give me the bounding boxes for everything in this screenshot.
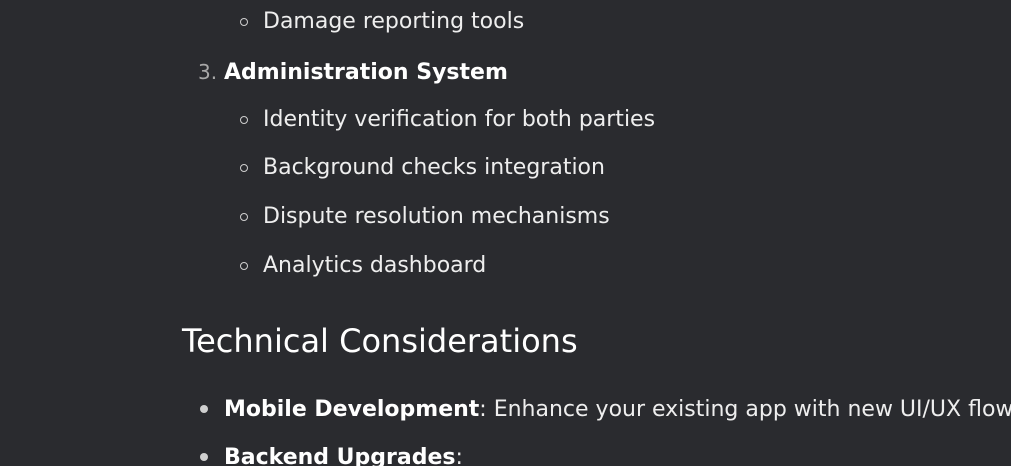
bullet-icon	[200, 405, 208, 413]
list-item-text: Background checks integration	[263, 155, 605, 180]
hollow-bullet-icon	[240, 18, 248, 26]
section-heading: Technical Considerations	[182, 322, 578, 360]
bullet-label: Mobile Development	[224, 396, 480, 422]
list-item-text: Damage reporting tools	[263, 9, 525, 34]
bullet-item-mobile-development: Mobile Development: Enhance your existin…	[200, 396, 1011, 422]
bullet-icon	[200, 453, 208, 461]
hollow-bullet-icon	[240, 164, 248, 172]
numbered-item-administration-system: 3. Administration System	[198, 59, 508, 85]
list-item-text: Identity verification for both parties	[263, 107, 656, 132]
hollow-bullet-icon	[240, 116, 248, 124]
list-item-analytics-dashboard: Analytics dashboard	[240, 254, 486, 278]
hollow-bullet-icon	[240, 213, 248, 221]
bullet-separator: :	[479, 396, 487, 422]
bullet-label: Backend Upgrades	[224, 444, 456, 466]
list-item-text: Dispute resolution mechanisms	[263, 204, 610, 229]
bullet-item-backend-upgrades: Backend Upgrades:	[200, 444, 463, 466]
list-item-background-checks: Background checks integration	[240, 156, 605, 180]
bullet-separator: :	[455, 444, 463, 466]
hollow-bullet-icon	[240, 262, 248, 270]
numbered-item-title: Administration System	[224, 59, 508, 85]
list-item-dispute-resolution: Dispute resolution mechanisms	[240, 205, 610, 229]
list-number: 3.	[198, 60, 218, 84]
list-item-identity-verification: Identity verification for both parties	[240, 108, 655, 132]
list-item-damage-reporting: Damage reporting tools	[240, 10, 524, 34]
bullet-text: Enhance your existing app with new UI/UX…	[486, 396, 1011, 422]
list-item-text: Analytics dashboard	[263, 253, 487, 278]
